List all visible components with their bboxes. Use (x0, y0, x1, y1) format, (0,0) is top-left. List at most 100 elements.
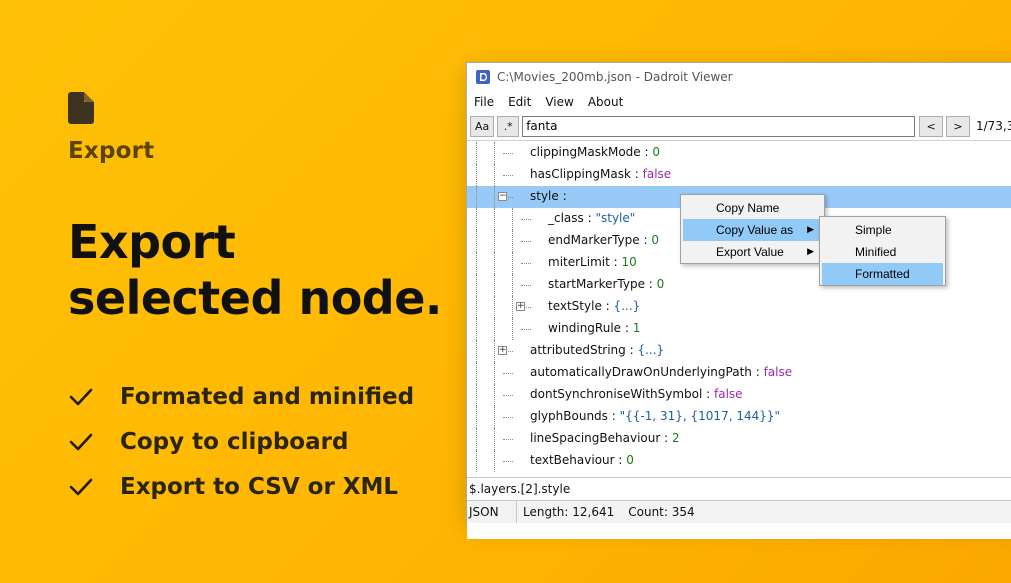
tree-guide-line (476, 428, 477, 450)
node-key: glyphBounds : (530, 409, 620, 423)
tree-row[interactable]: clippingMaskMode : 0 (467, 142, 1011, 164)
expand-icon[interactable]: + (516, 302, 525, 311)
search-toolbar: Aa .* < > 1/73,34 (467, 113, 1011, 139)
tree-row[interactable]: dontSynchroniseWithSymbol : false (467, 384, 1011, 406)
menu-item-copy-name[interactable]: Copy Name (683, 197, 822, 219)
menu-about[interactable]: About (588, 95, 623, 109)
tree-branch-line (521, 241, 531, 242)
tree-row[interactable]: windingRule : 1 (467, 318, 1011, 340)
node-key: hasClippingMask : (530, 167, 643, 181)
menu-view[interactable]: View (545, 95, 573, 109)
tree-guide-line (476, 450, 477, 472)
node-key: automaticallyDrawOnUnderlyingPath : (530, 365, 764, 379)
status-format: JSON (467, 501, 517, 523)
tree-row[interactable]: automaticallyDrawOnUnderlyingPath : fals… (467, 362, 1011, 384)
next-match-button[interactable]: > (946, 115, 970, 137)
copy-value-submenu: Simple Minified Formatted (819, 216, 946, 286)
tree-node-label: lineSpacingBehaviour : 2 (530, 431, 680, 445)
app-icon (476, 70, 490, 84)
tree-guide-line (494, 208, 495, 230)
match-counter: 1/73,34 (975, 119, 1011, 133)
tree-guide-line (494, 450, 495, 472)
menu-item-export-value[interactable]: Export Value ▶ (683, 241, 822, 263)
tree-branch-line (521, 219, 531, 220)
tree-row[interactable]: textBehaviour : 0 (467, 450, 1011, 472)
tree-branch-line (503, 439, 513, 440)
status-count: Count: 354 (628, 505, 695, 519)
feature-text: Formated and minified (120, 383, 415, 410)
tree-guide-line (494, 142, 495, 164)
submenu-arrow-icon: ▶ (807, 224, 814, 234)
tree-guide-line (512, 318, 513, 340)
feature-item: Formated and minified (68, 374, 448, 419)
menu-item-label: Formatted (855, 267, 910, 281)
tree-node-label: style : (530, 189, 567, 203)
tree-guide-line (476, 142, 477, 164)
match-case-toggle[interactable]: Aa (470, 115, 495, 137)
tree-node-label: _class : "style" (548, 211, 635, 225)
tree-guide-line (512, 252, 513, 274)
headline-line-1: Export (68, 215, 236, 269)
status-length: Length: 12,641 (523, 505, 615, 519)
node-value: 2 (671, 431, 680, 445)
tree-guide-line (494, 362, 495, 384)
tree-guide-line (476, 362, 477, 384)
tree-guide-line (494, 186, 495, 208)
node-value: {...} (637, 343, 665, 357)
tree-guide-line (476, 406, 477, 428)
status-bar: JSON Length: 12,641 Count: 354 (467, 500, 1011, 523)
node-key: lineSpacingBehaviour : (530, 431, 672, 445)
tree-row[interactable]: hasClippingMask : false (467, 164, 1011, 186)
title-bar[interactable]: C:\Movies_200mb.json - Dadroit Viewer (467, 63, 1011, 91)
node-value: false (714, 387, 743, 401)
menu-item-label: Export Value (716, 245, 784, 259)
menu-file[interactable]: File (474, 95, 494, 109)
menu-bar: File Edit View About (467, 91, 1011, 113)
search-input[interactable] (522, 115, 916, 137)
tree-guide-line (512, 274, 513, 296)
node-key: attributedString : (530, 343, 638, 357)
tree-row[interactable]: + attributedString : {...} (467, 340, 1011, 362)
tree-guide-line (494, 164, 495, 186)
feature-text: Copy to clipboard (120, 428, 349, 455)
tree-node-label: startMarkerType : 0 (548, 277, 664, 291)
expand-icon[interactable]: + (498, 346, 507, 355)
regex-toggle[interactable]: .* (497, 115, 520, 137)
node-value: "style" (595, 211, 636, 225)
tree-row[interactable]: + textStyle : {...} (467, 296, 1011, 318)
app-window: C:\Movies_200mb.json - Dadroit Viewer Fi… (466, 62, 1011, 539)
menu-item-label: Copy Value as (716, 223, 794, 237)
tree-guide-line (512, 230, 513, 252)
check-icon (68, 385, 120, 409)
node-value: "{{-1, 31}, {1017, 144}}" (619, 409, 781, 423)
menu-item-copy-value-as[interactable]: Copy Value as ▶ (683, 219, 822, 241)
menu-edit[interactable]: Edit (508, 95, 531, 109)
tree-branch-line (503, 461, 513, 462)
node-key: style : (530, 189, 567, 203)
node-key: dontSynchroniseWithSymbol : (530, 387, 715, 401)
node-value: {...} (613, 299, 641, 313)
tree-node-label: endMarkerType : 0 (548, 233, 659, 247)
headline: Export selected node. (68, 214, 448, 326)
check-icon (68, 475, 120, 499)
node-key: startMarkerType : (548, 277, 657, 291)
tree-guide-line (512, 296, 513, 318)
collapse-icon[interactable]: − (498, 192, 507, 201)
tree-row[interactable]: lineSpacingBehaviour : 2 (467, 428, 1011, 450)
menu-item-label: Simple (855, 223, 892, 237)
menu-item-formatted[interactable]: Formatted (822, 263, 943, 285)
section-label: Export (68, 138, 155, 164)
node-value: 0 (651, 233, 659, 247)
tree-row[interactable]: glyphBounds : "{{-1, 31}, {1017, 144}}" (467, 406, 1011, 428)
prev-match-button[interactable]: < (919, 115, 944, 137)
node-key: windingRule : (548, 321, 633, 335)
menu-item-minified[interactable]: Minified (822, 241, 943, 263)
tree-guide-line (494, 340, 495, 362)
menu-item-simple[interactable]: Simple (822, 219, 943, 241)
tree-node-label: attributedString : {...} (530, 343, 664, 357)
tree-node-label: windingRule : 1 (548, 321, 640, 335)
window-title: C:\Movies_200mb.json - Dadroit Viewer (497, 70, 733, 84)
node-value: 0 (656, 277, 665, 291)
headline-line-2: selected node. (68, 271, 442, 325)
node-key: _class : (548, 211, 596, 225)
